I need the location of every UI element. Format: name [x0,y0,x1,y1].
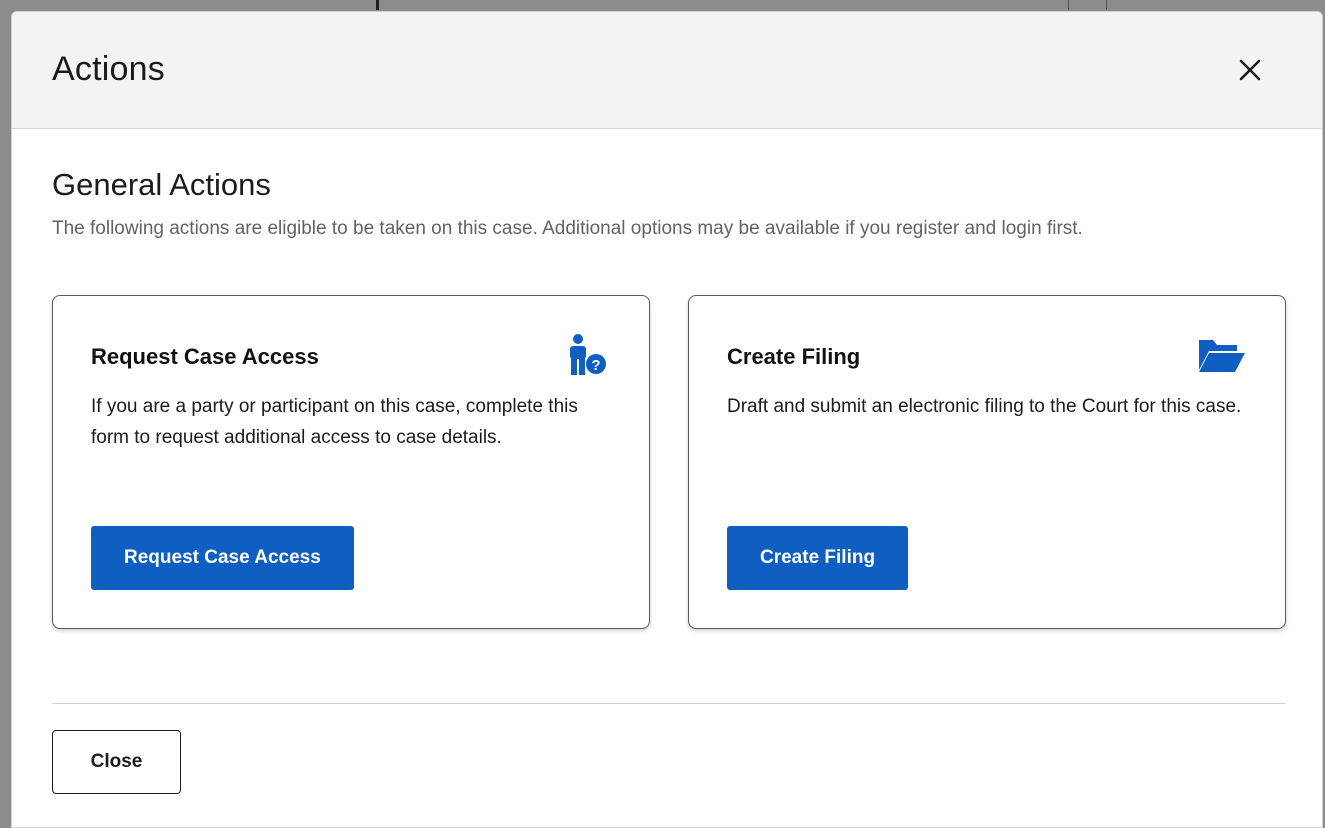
section-title: General Actions [52,167,271,202]
background-divider [1106,0,1107,10]
close-modal-button[interactable] [1230,50,1270,90]
card-description: If you are a party or participant on thi… [91,396,578,448]
card-description: Draft and submit an electronic filing to… [727,396,1242,417]
footer-divider [52,703,1285,704]
create-filing-card: Create Filing Draft and submit an electr… [688,295,1286,629]
modal-title: Actions [52,50,165,88]
create-filing-button[interactable]: Create Filing [727,526,909,590]
modal-header: Actions [12,12,1322,129]
folder-open-icon [1195,332,1247,385]
card-title: Create Filing [727,344,861,369]
svg-text:?: ? [591,357,600,374]
section-description: The following actions are eligible to be… [52,218,1083,239]
person-question-icon: ? [559,332,611,385]
request-case-access-button[interactable]: Request Case Access [91,526,354,590]
close-icon [1230,50,1270,90]
request-case-access-card: Request Case Access ? If you are a party… [52,295,650,629]
close-button[interactable]: Close [52,730,181,794]
card-title: Request Case Access [91,344,319,369]
background-divider [376,0,379,10]
actions-modal: Actions General Actions The following ac… [11,11,1323,828]
background-divider [1068,0,1069,10]
